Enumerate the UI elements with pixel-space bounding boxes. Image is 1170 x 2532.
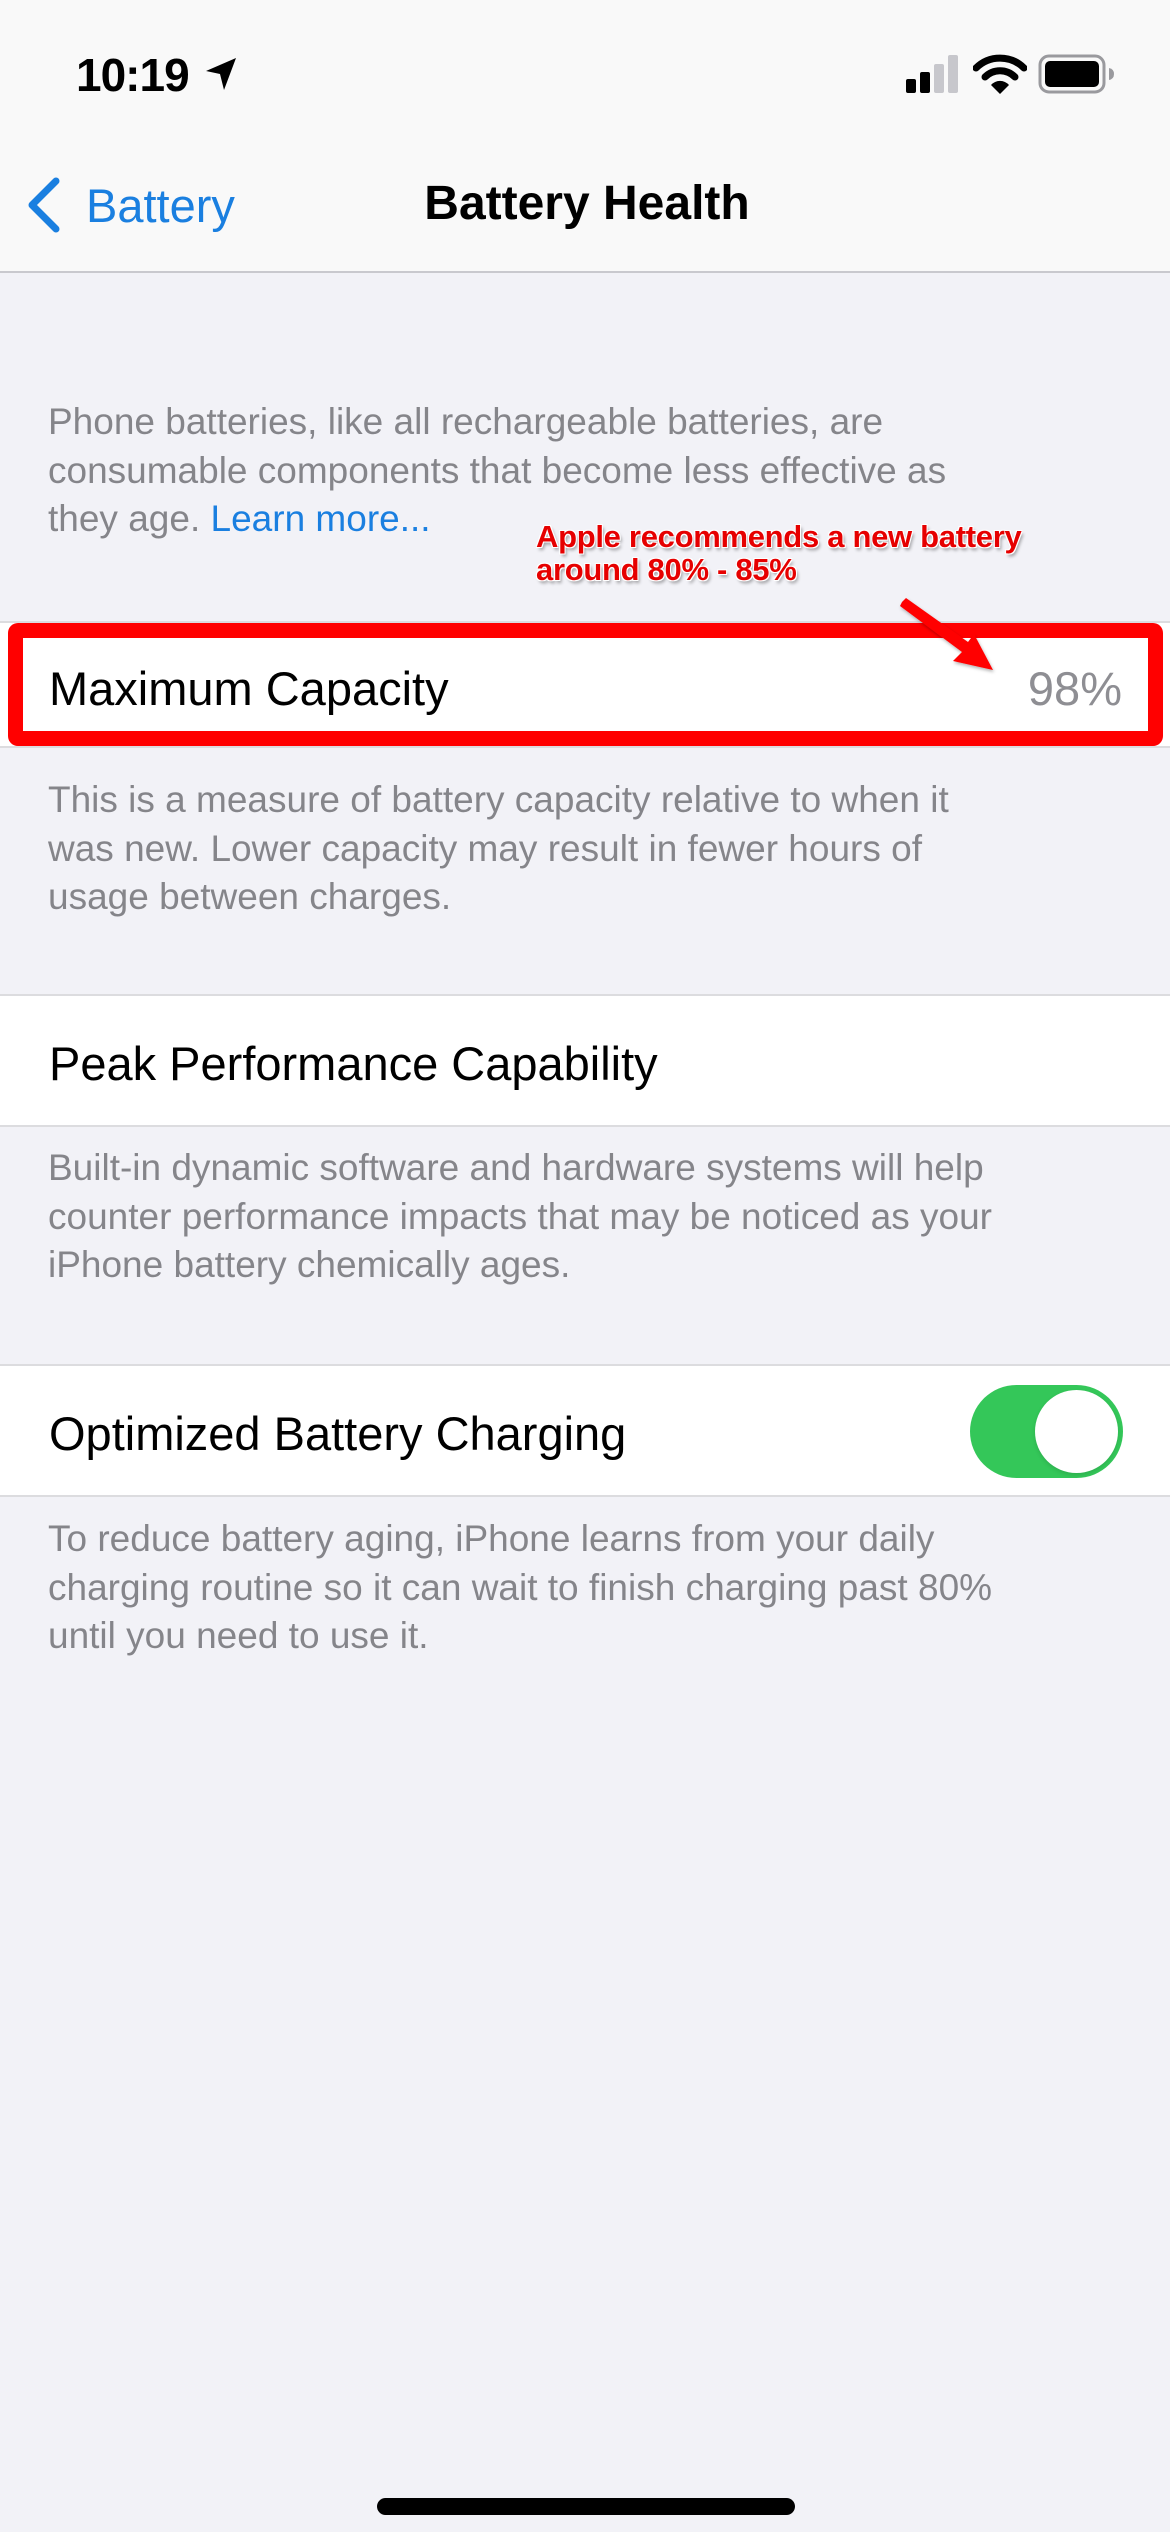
intro-line: Phone batteries, like all rechargeable b…	[48, 401, 884, 442]
navigation-bar: 10:19 Battery Battery Health	[0, 0, 1170, 273]
peak-description-line: Built-in dynamic software and hardware s…	[48, 1147, 984, 1188]
annotation-line: Apple recommends a new battery	[536, 519, 1022, 554]
optimized-charging-toggle[interactable]	[970, 1385, 1123, 1478]
status-time: 10:19	[76, 49, 190, 101]
peak-performance-description: Built-in dynamic software and hardware s…	[48, 1144, 1128, 1290]
optimized-charging-description: To reduce battery aging, iPhone learns f…	[48, 1515, 1128, 1661]
capacity-description-line: usage between charges.	[48, 876, 452, 917]
intro-line: consumable components that become less e…	[48, 449, 947, 491]
cellular-signal-icon	[906, 55, 958, 93]
capacity-description-line: This is a measure of battery capacity re…	[48, 779, 949, 820]
optimized-charging-label: Optimized Battery Charging	[49, 1407, 627, 1460]
optimized-charging-row: Optimized Battery Charging	[0, 1364, 1170, 1497]
toggle-knob	[1035, 1390, 1118, 1473]
annotation-arrow-icon	[900, 598, 993, 670]
wifi-icon	[973, 54, 1027, 94]
peak-description-line: iPhone battery chemically ages.	[48, 1244, 571, 1285]
peak-description-line: counter performance impacts that may be …	[48, 1195, 992, 1237]
maximum-capacity-label: Maximum Capacity	[49, 662, 449, 715]
learn-more-link[interactable]: Learn more...	[211, 498, 431, 539]
page-title: Battery Health	[0, 176, 1170, 231]
location-arrow-icon	[206, 58, 236, 90]
optimized-description-line: To reduce battery aging, iPhone learns f…	[48, 1518, 935, 1559]
battery-icon	[1038, 54, 1114, 94]
intro-line-text: they age.	[48, 498, 211, 539]
optimized-description-line: until you need to use it.	[48, 1615, 429, 1656]
page-title-text: Battery Health	[424, 177, 750, 230]
home-indicator[interactable]	[377, 2498, 795, 2515]
capacity-description-line: was new. Lower capacity may result in fe…	[48, 827, 922, 869]
peak-performance-label: Peak Performance Capability	[49, 1037, 658, 1090]
peak-performance-row[interactable]: Peak Performance Capability	[0, 994, 1170, 1127]
optimized-description-line: charging routine so it can wait to finis…	[48, 1566, 993, 1608]
annotation-text: Apple recommends a new battery around 80…	[536, 519, 1022, 587]
maximum-capacity-value: 98%	[1027, 662, 1122, 715]
annotation-line: around 80% - 85%	[536, 552, 797, 587]
capacity-description: This is a measure of battery capacity re…	[48, 776, 1128, 922]
